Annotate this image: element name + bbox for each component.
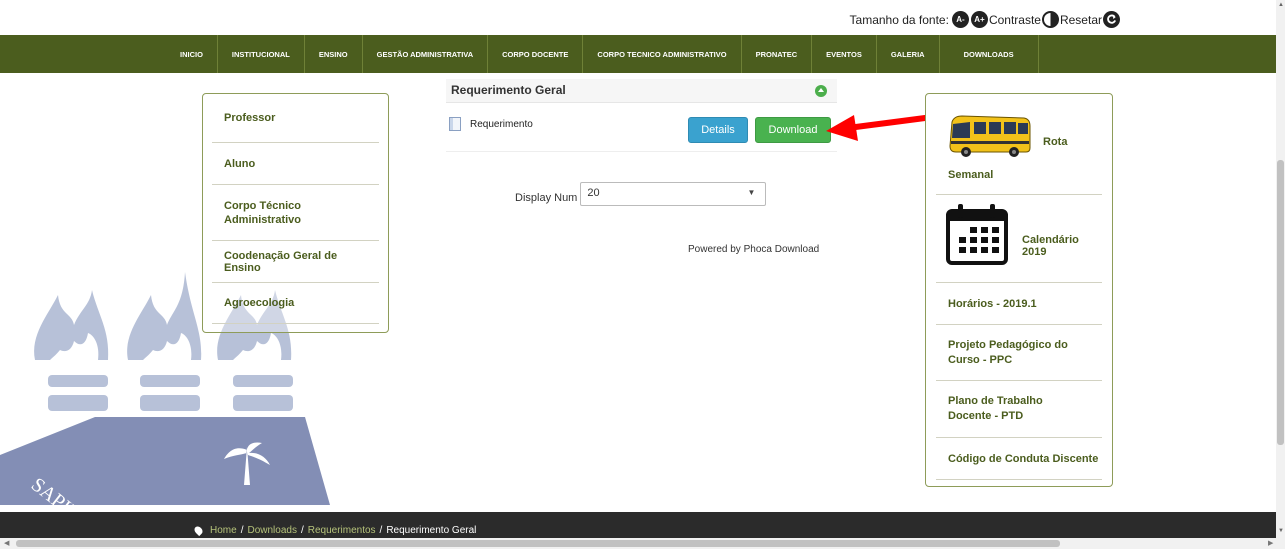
contrast-icon[interactable] <box>1041 11 1059 28</box>
main-nav: INICIO INSTITUCIONAL ENSINO GESTÃO ADMIN… <box>0 35 1276 73</box>
display-num-label: Display Num <box>515 192 578 204</box>
section-header: Requerimento Geral <box>446 79 837 103</box>
nav-item-downloads[interactable]: DOWNLOADS <box>940 35 1039 73</box>
location-pin-icon <box>192 524 205 537</box>
font-increase-button[interactable]: A+ <box>970 11 988 28</box>
scroll-down-icon[interactable]: ▼ <box>1278 528 1284 534</box>
nav-item-galeria[interactable]: GALERIA <box>877 35 940 73</box>
details-button[interactable]: Details <box>688 117 748 143</box>
left-menu-item-corpo-tecnico[interactable]: Corpo Técnico Administrativo <box>212 185 379 241</box>
breadcrumb-separator: / <box>240 525 244 536</box>
reset-icon[interactable] <box>1103 11 1120 28</box>
contrast-label[interactable]: Contraste <box>989 13 1041 27</box>
right-menu-item-conduta[interactable]: Código de Conduta Discente <box>936 438 1102 480</box>
display-num-value: 20 <box>587 187 600 199</box>
left-menu-item-professor[interactable]: Professor <box>212 94 379 143</box>
semanal-label: Semanal <box>948 169 994 181</box>
section-title: Requerimento Geral <box>451 83 566 97</box>
breadcrumb-requerimentos[interactable]: Requerimentos <box>308 525 376 536</box>
nav-item-inicio[interactable]: INICIO <box>168 35 218 73</box>
right-menu-item-calendario[interactable]: Calendário 2019 <box>936 195 1102 283</box>
left-menu-item-aluno[interactable]: Aluno <box>212 143 379 185</box>
nav-item-eventos[interactable]: EVENTOS <box>812 35 877 73</box>
accessibility-bar: Tamanho da fonte: A- A+ Contraste Reseta… <box>0 0 1276 35</box>
document-icon <box>449 117 461 131</box>
display-num-select[interactable]: 20 ▼ <box>580 182 767 206</box>
breadcrumb-downloads[interactable]: Downloads <box>247 525 296 536</box>
footer-bar: Home / Downloads / Requerimentos / Reque… <box>0 512 1276 538</box>
bus-icon <box>949 115 1031 157</box>
file-row: Requerimento Details Download <box>446 110 837 152</box>
right-menu-item-ppc[interactable]: Projeto Pedagógico do Curso - PPC <box>936 325 1102 381</box>
vertical-scrollbar[interactable]: ▲ ▼ <box>1276 0 1285 538</box>
nav-item-gestao-administrativa[interactable]: GESTÃO ADMINISTRATIVA <box>363 35 489 73</box>
font-size-label: Tamanho da fonte: <box>849 12 949 27</box>
file-name[interactable]: Requerimento <box>470 119 533 130</box>
chevron-down-icon: ▼ <box>747 188 756 197</box>
nav-item-institucional[interactable]: INSTITUCIONAL <box>218 35 305 73</box>
reset-label[interactable]: Resetar <box>1060 13 1102 27</box>
breadcrumb-separator: / <box>379 525 383 536</box>
left-menu-item-agroecologia[interactable]: Agroecologia <box>212 283 379 324</box>
scroll-right-icon[interactable]: ▶ <box>1268 539 1273 547</box>
accessibility-controls: Tamanho da fonte: A- A+ Contraste Reseta… <box>850 11 1121 28</box>
horizontal-scrollbar[interactable]: ◀ ▶ <box>0 538 1285 549</box>
calendario-label: Calendário 2019 <box>1022 234 1079 258</box>
vertical-scroll-thumb[interactable] <box>1277 160 1284 445</box>
scroll-left-icon[interactable]: ◀ <box>4 539 9 547</box>
powered-by-label: Powered by <box>688 244 744 255</box>
calendar-icon <box>946 204 1008 265</box>
breadcrumb-current: Requerimento Geral <box>386 525 477 536</box>
display-num-control: Display Num 20 ▼ <box>515 182 767 206</box>
breadcrumb-separator: / <box>300 525 304 536</box>
right-sidebar-menu: Rota Semanal Calendário 2019 Horários - … <box>925 93 1113 487</box>
powered-by-text: Powered by Phoca Download <box>688 244 819 255</box>
nav-item-corpo-tecnico[interactable]: CORPO TECNICO ADMINISTRATIVO <box>583 35 742 73</box>
left-sidebar-menu: Professor Aluno Corpo Técnico Administra… <box>202 93 389 333</box>
right-menu-item-rota-semanal[interactable]: Rota Semanal <box>936 94 1102 195</box>
font-decrease-button[interactable]: A- <box>951 11 969 28</box>
nav-item-corpo-docente[interactable]: CORPO DOCENTE <box>488 35 584 73</box>
nav-item-pronatec[interactable]: PRONATEC <box>742 35 813 73</box>
scroll-up-icon[interactable]: ▲ <box>1278 2 1284 8</box>
right-menu-item-horarios[interactable]: Horários - 2019.1 <box>936 283 1102 325</box>
breadcrumb: Home / Downloads / Requerimentos / Reque… <box>192 524 477 537</box>
right-menu-item-ptd[interactable]: Plano de Trabalho Docente - PTD <box>936 381 1102 438</box>
breadcrumb-home[interactable]: Home <box>210 525 237 536</box>
phoca-download-link[interactable]: Phoca Download <box>744 244 820 255</box>
rota-label: Rota <box>1043 136 1068 148</box>
nav-item-ensino[interactable]: ENSINO <box>305 35 363 73</box>
left-menu-item-coordenacao[interactable]: Coodenação Geral de Ensino <box>212 241 379 283</box>
horizontal-scroll-thumb[interactable] <box>16 540 1060 547</box>
